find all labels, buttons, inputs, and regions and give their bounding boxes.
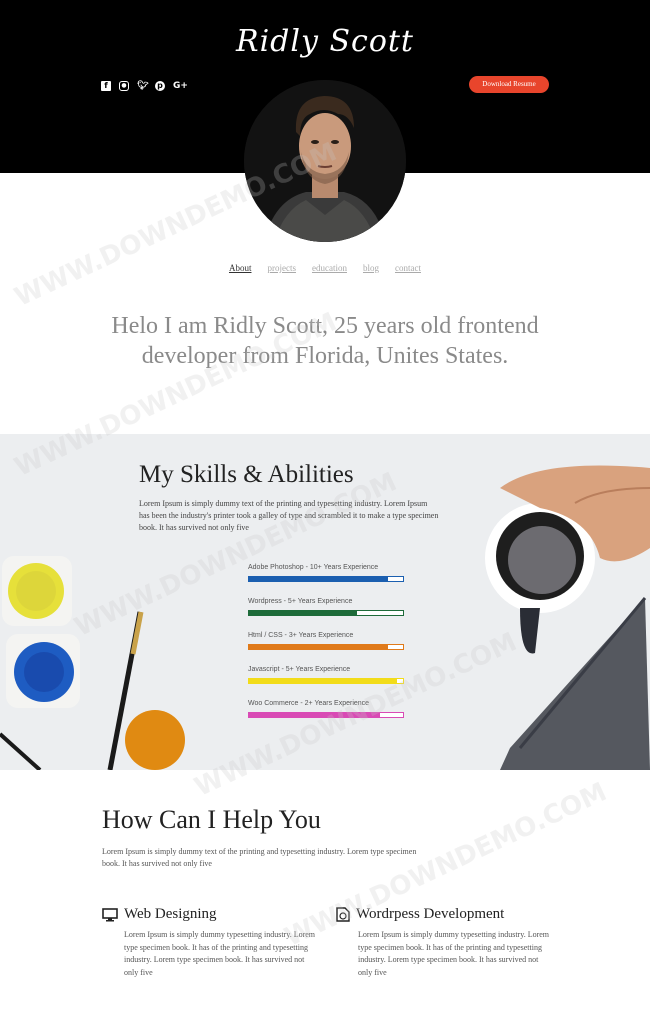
skill-bar-fill (249, 713, 380, 717)
skill-label: Wordpress - 5+ Years Experience (248, 598, 353, 605)
skill-item: Javascript - 5+ Years Experience (248, 666, 404, 684)
facebook-icon[interactable]: f (101, 81, 111, 91)
skill-bar-fill (249, 645, 388, 649)
social-links: f ● 🐦︎ p G+ (101, 81, 188, 91)
avatar (244, 80, 406, 242)
skill-bar-fill (249, 679, 397, 683)
service-text: Lorem Ipsum is simply dummy typesetting … (124, 930, 316, 977)
main-nav: About projects education blog contact (0, 263, 650, 273)
service-title: Web Designing (124, 906, 217, 922)
nav-item-education[interactable]: education (312, 263, 347, 273)
monitor-icon (102, 907, 118, 921)
service-wordpress-development: Wordrpess Development Lorem Ipsum is sim… (336, 906, 549, 979)
logo[interactable]: Ridly Scott (0, 24, 650, 59)
skill-bar-track (248, 644, 404, 650)
skill-label: Adobe Photoshop - 10+ Years Experience (248, 564, 379, 571)
twitter-icon[interactable]: 🐦︎ (137, 81, 148, 91)
paint-decoration (0, 556, 185, 770)
skills-section: My Skills & Abilities Lorem Ipsum is sim… (0, 434, 650, 770)
service-web-designing: Web Designing Lorem Ipsum is simply dumm… (102, 906, 315, 979)
pinterest-icon[interactable]: p (155, 81, 165, 91)
wordpress-file-icon (336, 907, 350, 922)
skill-bar-track (248, 678, 404, 684)
skill-item: Html / CSS - 3+ Years Experience (248, 632, 404, 650)
skills-description: Lorem Ipsum is simply dummy text of the … (139, 499, 439, 532)
nav-item-projects[interactable]: projects (267, 263, 296, 273)
instagram-icon[interactable]: ● (119, 81, 129, 91)
skill-bar-track (248, 610, 404, 616)
help-title: How Can I Help You (102, 805, 321, 834)
service-title: Wordrpess Development (356, 906, 505, 922)
skill-bar-fill (249, 611, 357, 615)
profile-photo (244, 80, 406, 242)
skill-bars: Adobe Photoshop - 10+ Years Experience W… (248, 564, 404, 734)
download-resume-button[interactable]: Download Resume (469, 76, 549, 93)
skill-item: Woo Commerce - 2+ Years Experience (248, 700, 404, 718)
skill-bar-track (248, 712, 404, 718)
skill-bar-track (248, 576, 404, 582)
nav-item-blog[interactable]: blog (363, 263, 379, 273)
skill-bar-fill (249, 577, 388, 581)
intro-text: Helo I am Ridly Scott, 25 years old fron… (111, 313, 539, 369)
coffee-decoration (485, 465, 650, 770)
help-description: Lorem Ipsum is simply dummy text of the … (102, 847, 417, 868)
skill-label: Javascript - 5+ Years Experience (248, 666, 351, 673)
service-text: Lorem Ipsum is simply dummy typesetting … (358, 930, 550, 977)
skill-item: Wordpress - 5+ Years Experience (248, 598, 404, 616)
google-plus-icon[interactable]: G+ (173, 81, 188, 91)
skills-title: My Skills & Abilities (139, 461, 354, 488)
skill-label: Woo Commerce - 2+ Years Experience (248, 700, 370, 707)
nav-item-about[interactable]: About (229, 263, 252, 273)
skill-item: Adobe Photoshop - 10+ Years Experience (248, 564, 404, 582)
skill-label: Html / CSS - 3+ Years Experience (248, 632, 354, 639)
nav-item-contact[interactable]: contact (395, 263, 421, 273)
